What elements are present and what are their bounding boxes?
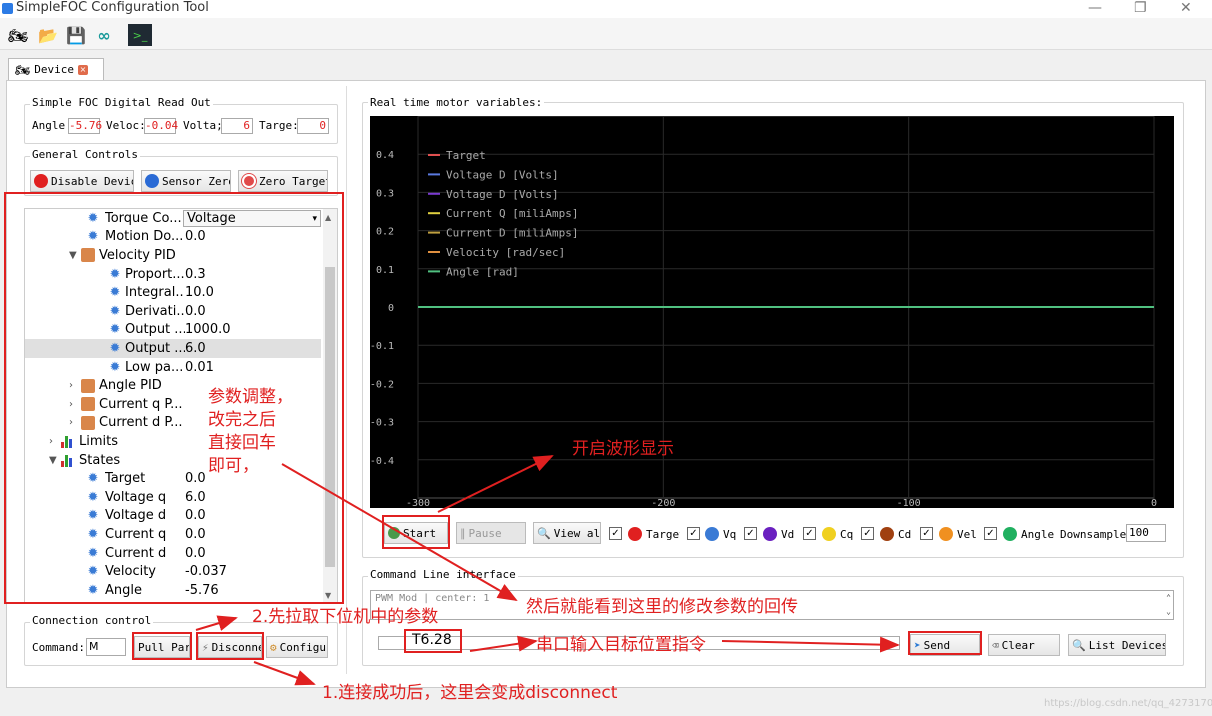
annotation-start-wave: 开启波形显示: [572, 439, 674, 459]
arrow-to-serial-label: [469, 635, 538, 652]
arrow-to-start: [437, 455, 554, 513]
annotation-serial-input: 串口输入目标位置指令: [536, 635, 706, 655]
annotation-tune-params: 参数调整， 改完之后 直接回车 即可，: [208, 387, 293, 476]
watermark: https://blog.csdn.net/qq_42731705: [1044, 698, 1212, 709]
arrow-from-disconnect: [253, 661, 316, 686]
arrow-to-cli: [281, 463, 518, 602]
annotation-see-echo: 然后就能看到这里的修改参数的回传: [526, 597, 798, 617]
annotation-after-connect: 1.连接成功后，这里会变成disconnect: [322, 683, 618, 703]
arrow-to-pull: [195, 615, 238, 631]
annotation-pull-first: 2.先拉取下位机中的参数: [252, 607, 439, 627]
arrow-to-send: [721, 636, 900, 653]
